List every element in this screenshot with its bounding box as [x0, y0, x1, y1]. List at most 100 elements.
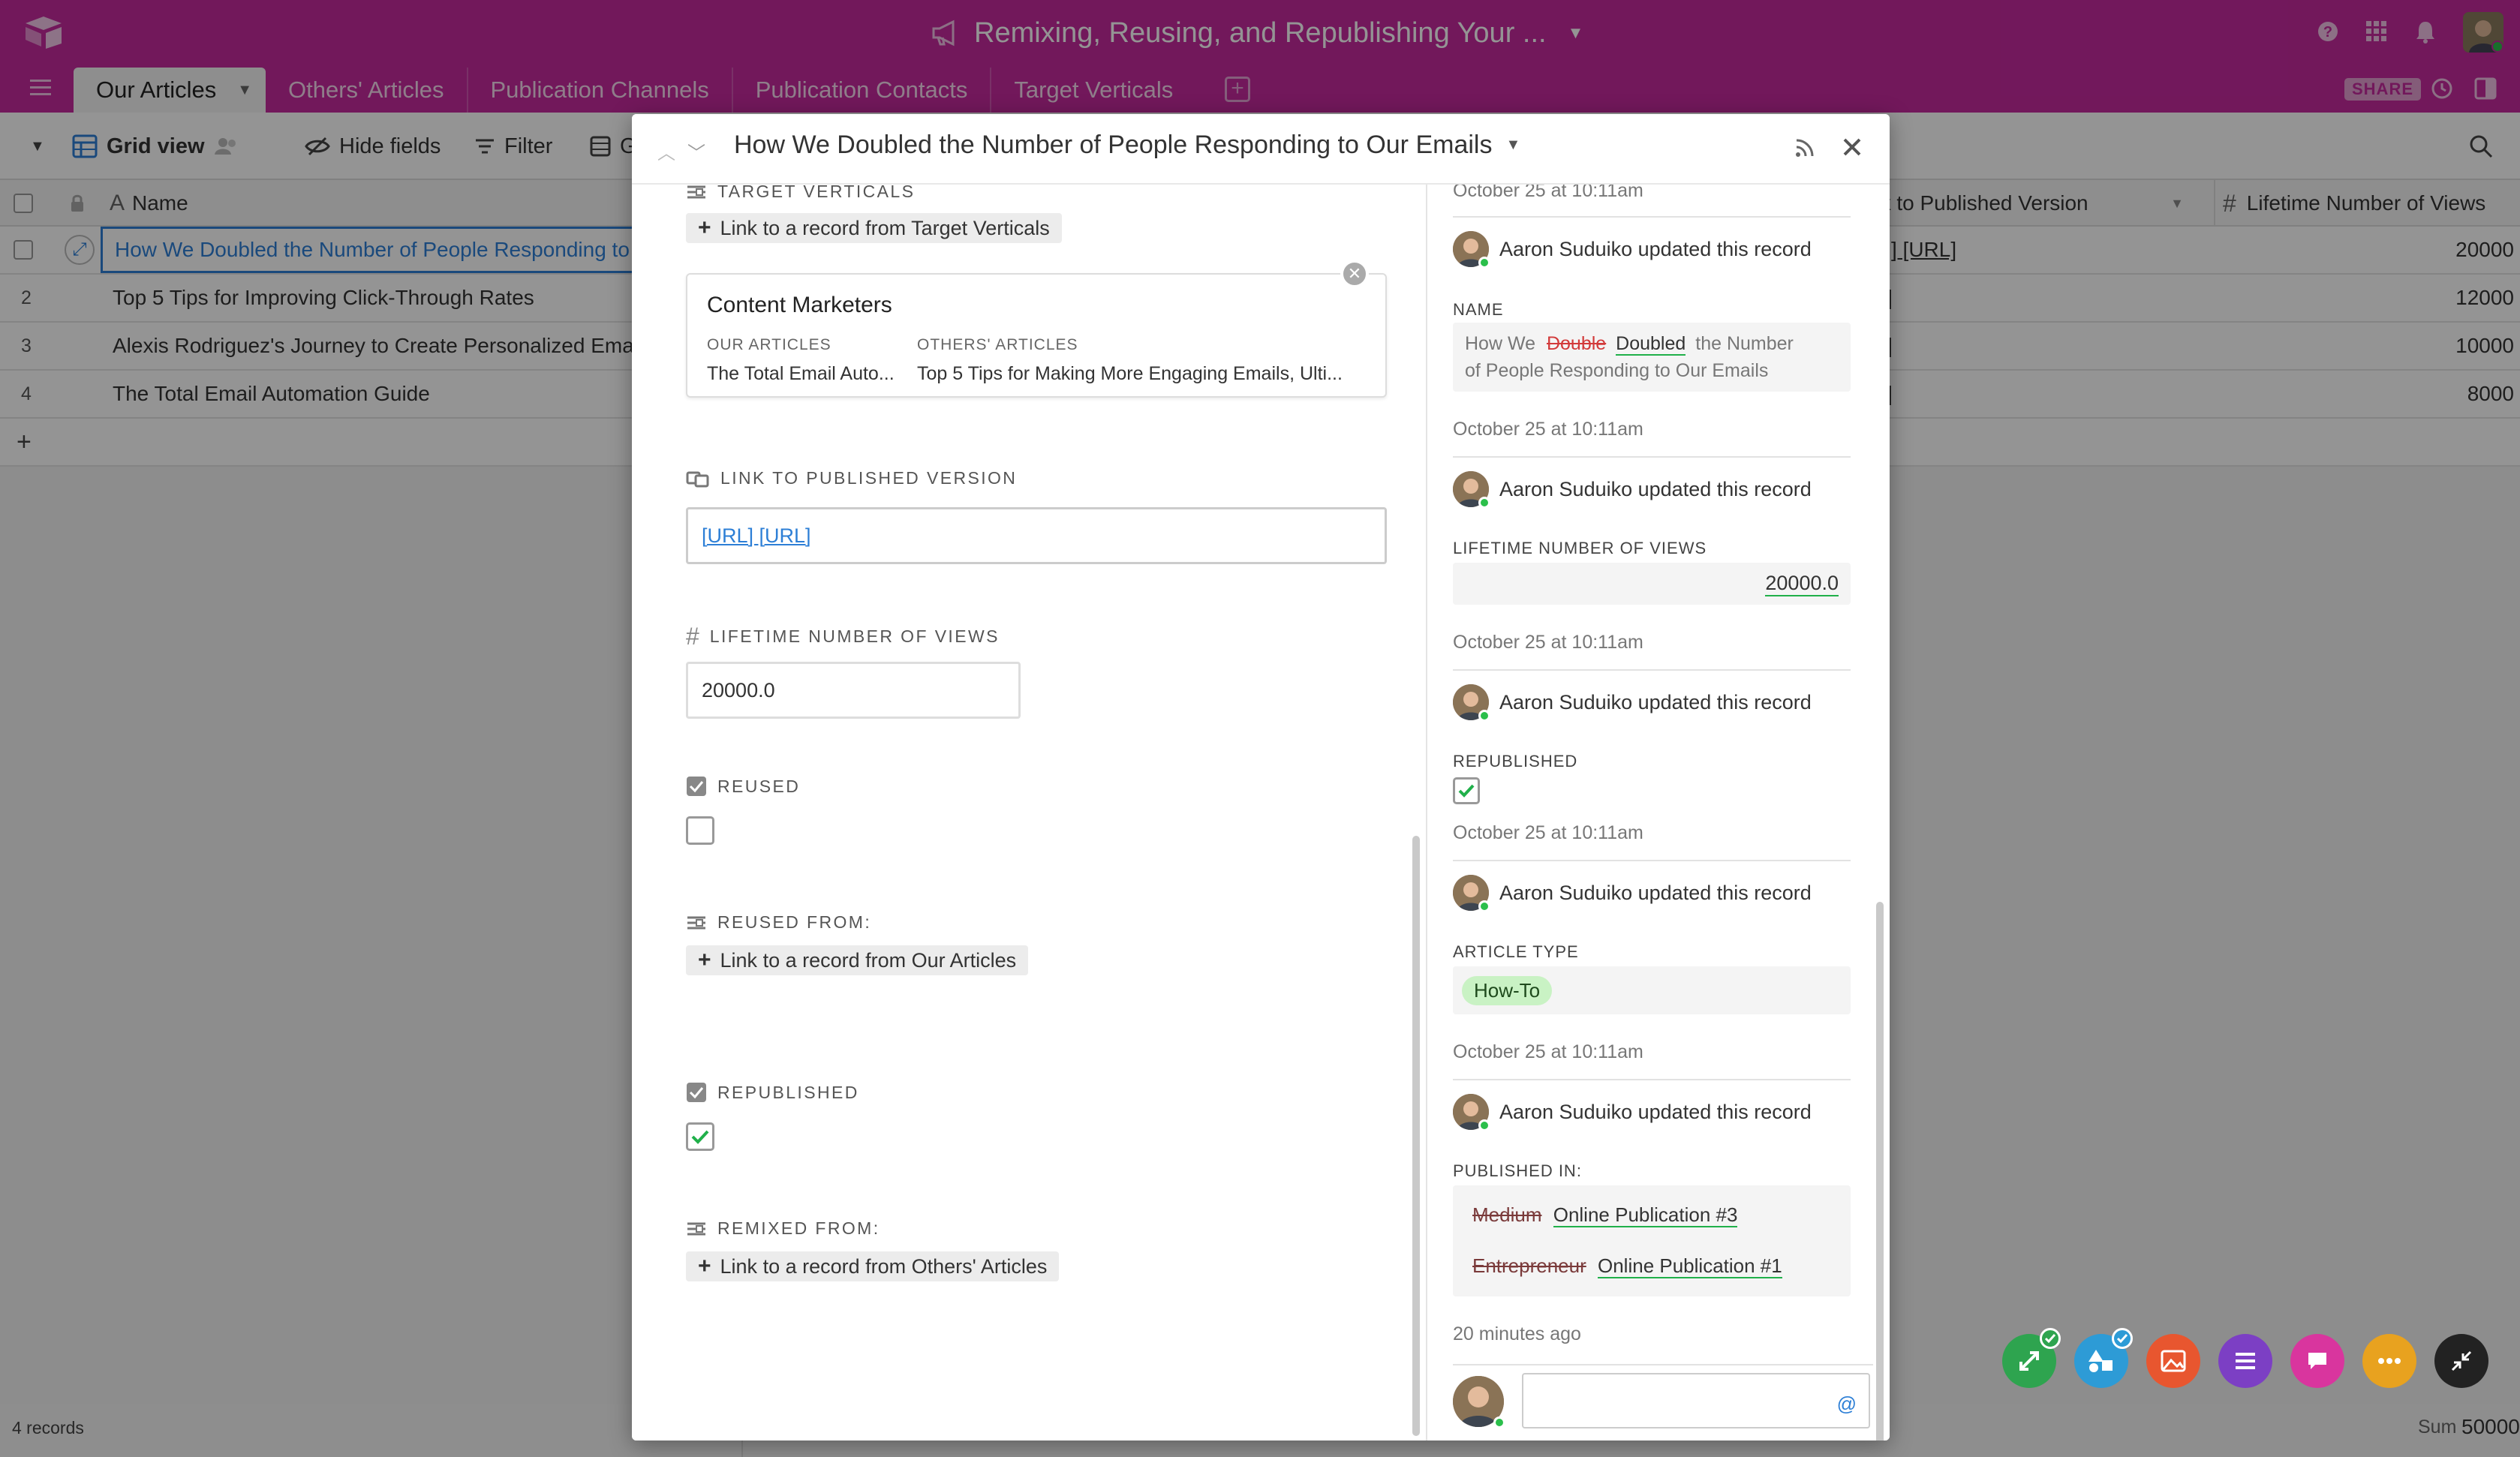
link-remixed-from-button[interactable]: + Link to a record from Others' Articles: [686, 1251, 1060, 1281]
published-version-input[interactable]: [URL] [URL]: [686, 507, 1387, 564]
activity-user-text: Aaron Suduiko updated this record: [1499, 237, 1812, 260]
comment-input[interactable]: @: [1522, 1373, 1870, 1428]
previous-record-icon[interactable]: ︿: [657, 138, 675, 164]
linked-card-col2-value: Top 5 Tips for Making More Engaging Emai…: [917, 363, 1343, 384]
diff-removed: Medium: [1472, 1203, 1542, 1226]
diff-added: 20000.0: [1765, 572, 1839, 596]
views-input[interactable]: 20000.0: [686, 662, 1021, 719]
activity-user-text: Aaron Suduiko updated this record: [1499, 1100, 1812, 1123]
link-button-label: Link to a record from Target Verticals: [720, 216, 1050, 239]
block-button-expand[interactable]: [2002, 1328, 2061, 1388]
activity-republished-checkbox: [1453, 777, 1480, 804]
block-button-more[interactable]: [2362, 1334, 2416, 1388]
record-fields-pane: TARGET VERTICALS + Link to a record from…: [632, 185, 1424, 1440]
remove-link-icon[interactable]: ✕: [1340, 260, 1369, 288]
link-button-label: Link to a record from Our Articles: [720, 948, 1017, 972]
activity-timestamp: October 25 at 10:11am: [1453, 185, 1643, 201]
linked-card-col1-value: The Total Email Auto...: [707, 363, 895, 384]
field-label-text: REUSED: [717, 776, 801, 796]
mention-icon[interactable]: @: [1837, 1392, 1857, 1416]
field-label-published-version: LINK TO PUBLISHED VERSION: [686, 468, 1017, 488]
next-record-icon[interactable]: ﹀: [687, 138, 705, 164]
activity-timestamp: October 25 at 10:11am: [1453, 822, 1643, 843]
link-target-verticals-button[interactable]: + Link to a record from Target Verticals: [686, 213, 1062, 243]
plus-icon: +: [698, 948, 711, 972]
close-icon[interactable]: [1840, 135, 1864, 163]
activity-article-type-change: How-To: [1453, 966, 1851, 1014]
select-option-pill: How-To: [1462, 975, 1553, 1005]
reused-checkbox[interactable]: [686, 816, 714, 845]
field-label-views: # LIFETIME NUMBER OF VIEWS: [686, 623, 1000, 650]
activity-timestamp: October 25 at 10:11am: [1453, 419, 1643, 440]
activity-scrollbar[interactable]: [1876, 902, 1884, 1440]
diff-added: Doubled: [1616, 333, 1686, 356]
avatar: [1453, 684, 1490, 722]
field-label-target-verticals: TARGET VERTICALS: [686, 185, 915, 202]
linked-record-card[interactable]: Content Marketers OUR ARTICLES The Total…: [686, 273, 1387, 398]
number-field-icon: #: [686, 623, 699, 650]
url-field-icon: [686, 471, 709, 487]
avatar: [1453, 471, 1490, 509]
activity-views-change: 20000.0: [1453, 563, 1851, 605]
link-reused-from-button[interactable]: + Link to a record from Our Articles: [686, 945, 1029, 975]
plus-icon: +: [698, 215, 711, 240]
block-button-collapse[interactable]: [2434, 1334, 2488, 1388]
check-badge-icon: [2040, 1328, 2061, 1349]
field-label-reused-from: REUSED FROM:: [686, 912, 871, 933]
activity-entry-header: Aaron Suduiko updated this record: [1453, 231, 1812, 269]
block-button-shapes[interactable]: [2074, 1328, 2133, 1388]
activity-timestamp: October 25 at 10:11am: [1453, 1041, 1643, 1062]
activity-user-text: Aaron Suduiko updated this record: [1499, 477, 1812, 500]
activity-field-label: REPUBLISHED: [1453, 752, 1578, 771]
link-button-label: Link to a record from Others' Articles: [720, 1254, 1048, 1278]
rss-feed-icon[interactable]: [1794, 137, 1816, 163]
field-label-text: LINK TO PUBLISHED VERSION: [720, 468, 1018, 488]
activity-entry-header: Aaron Suduiko updated this record: [1453, 1094, 1812, 1131]
check-icon: [691, 1130, 709, 1144]
avatar: [1453, 1094, 1490, 1131]
activity-field-label: LIFETIME NUMBER OF VIEWS: [1453, 539, 1707, 557]
record-title-text: How We Doubled the Number of People Resp…: [734, 131, 1493, 159]
fields-scrollbar[interactable]: [1412, 836, 1420, 1436]
activity-timestamp: October 25 at 10:11am: [1453, 632, 1643, 653]
diff-unchanged: How We: [1465, 333, 1536, 354]
check-icon: [1458, 784, 1475, 798]
activity-entry-header: Aaron Suduiko updated this record: [1453, 875, 1812, 912]
field-label-remixed-from: REMIXED FROM:: [686, 1218, 880, 1239]
published-version-link[interactable]: [URL] [URL]: [702, 524, 811, 548]
activity-name-change: How We Double Doubled the Number of Peop…: [1453, 323, 1851, 392]
linked-card-col1-label: OUR ARTICLES: [707, 336, 831, 353]
activity-field-label: NAME: [1453, 300, 1504, 319]
activity-field-label: PUBLISHED IN:: [1453, 1161, 1582, 1180]
field-label-text: REMIXED FROM:: [717, 1218, 880, 1238]
activity-divider: [1453, 456, 1851, 458]
field-label-reused: REUSED: [686, 776, 800, 797]
activity-divider: [1453, 1079, 1851, 1080]
block-button-chat[interactable]: [2290, 1334, 2344, 1388]
check-badge-icon: [2112, 1328, 2133, 1349]
chevron-down-icon[interactable]: ▼: [1505, 137, 1520, 154]
field-label-text: TARGET VERTICALS: [717, 185, 916, 201]
block-button-gallery[interactable]: [2146, 1334, 2200, 1388]
diff-removed: Double: [1546, 333, 1607, 354]
linked-card-title: Content Marketers: [707, 293, 892, 317]
checkbox-field-icon: [687, 1083, 706, 1102]
activity-feed: October 25 at 10:11am Aaron Suduiko upda…: [1426, 185, 1890, 1440]
activity-divider: [1453, 669, 1851, 671]
activity-entry-header: Aaron Suduiko updated this record: [1453, 684, 1812, 722]
record-title[interactable]: How We Doubled the Number of People Resp…: [734, 131, 1520, 160]
diff-unchanged: of People Responding to Our Emails: [1465, 360, 1769, 381]
linked-card-col2-label: OTHERS' ARTICLES: [917, 336, 1078, 353]
activity-user-text: Aaron Suduiko updated this record: [1499, 881, 1812, 904]
field-label-text: REUSED FROM:: [717, 912, 872, 932]
avatar: [1453, 231, 1490, 269]
block-button-list[interactable]: [2218, 1334, 2272, 1388]
comment-avatar: [1453, 1376, 1505, 1428]
avatar: [1453, 875, 1490, 912]
linked-record-icon: [687, 916, 705, 929]
diff-removed: Entrepreneur: [1472, 1254, 1586, 1277]
republished-checkbox[interactable]: [686, 1122, 714, 1151]
field-label-text: LIFETIME NUMBER OF VIEWS: [709, 626, 1000, 646]
linked-record-icon: [687, 1222, 705, 1235]
field-label-republished: REPUBLISHED: [686, 1082, 859, 1103]
